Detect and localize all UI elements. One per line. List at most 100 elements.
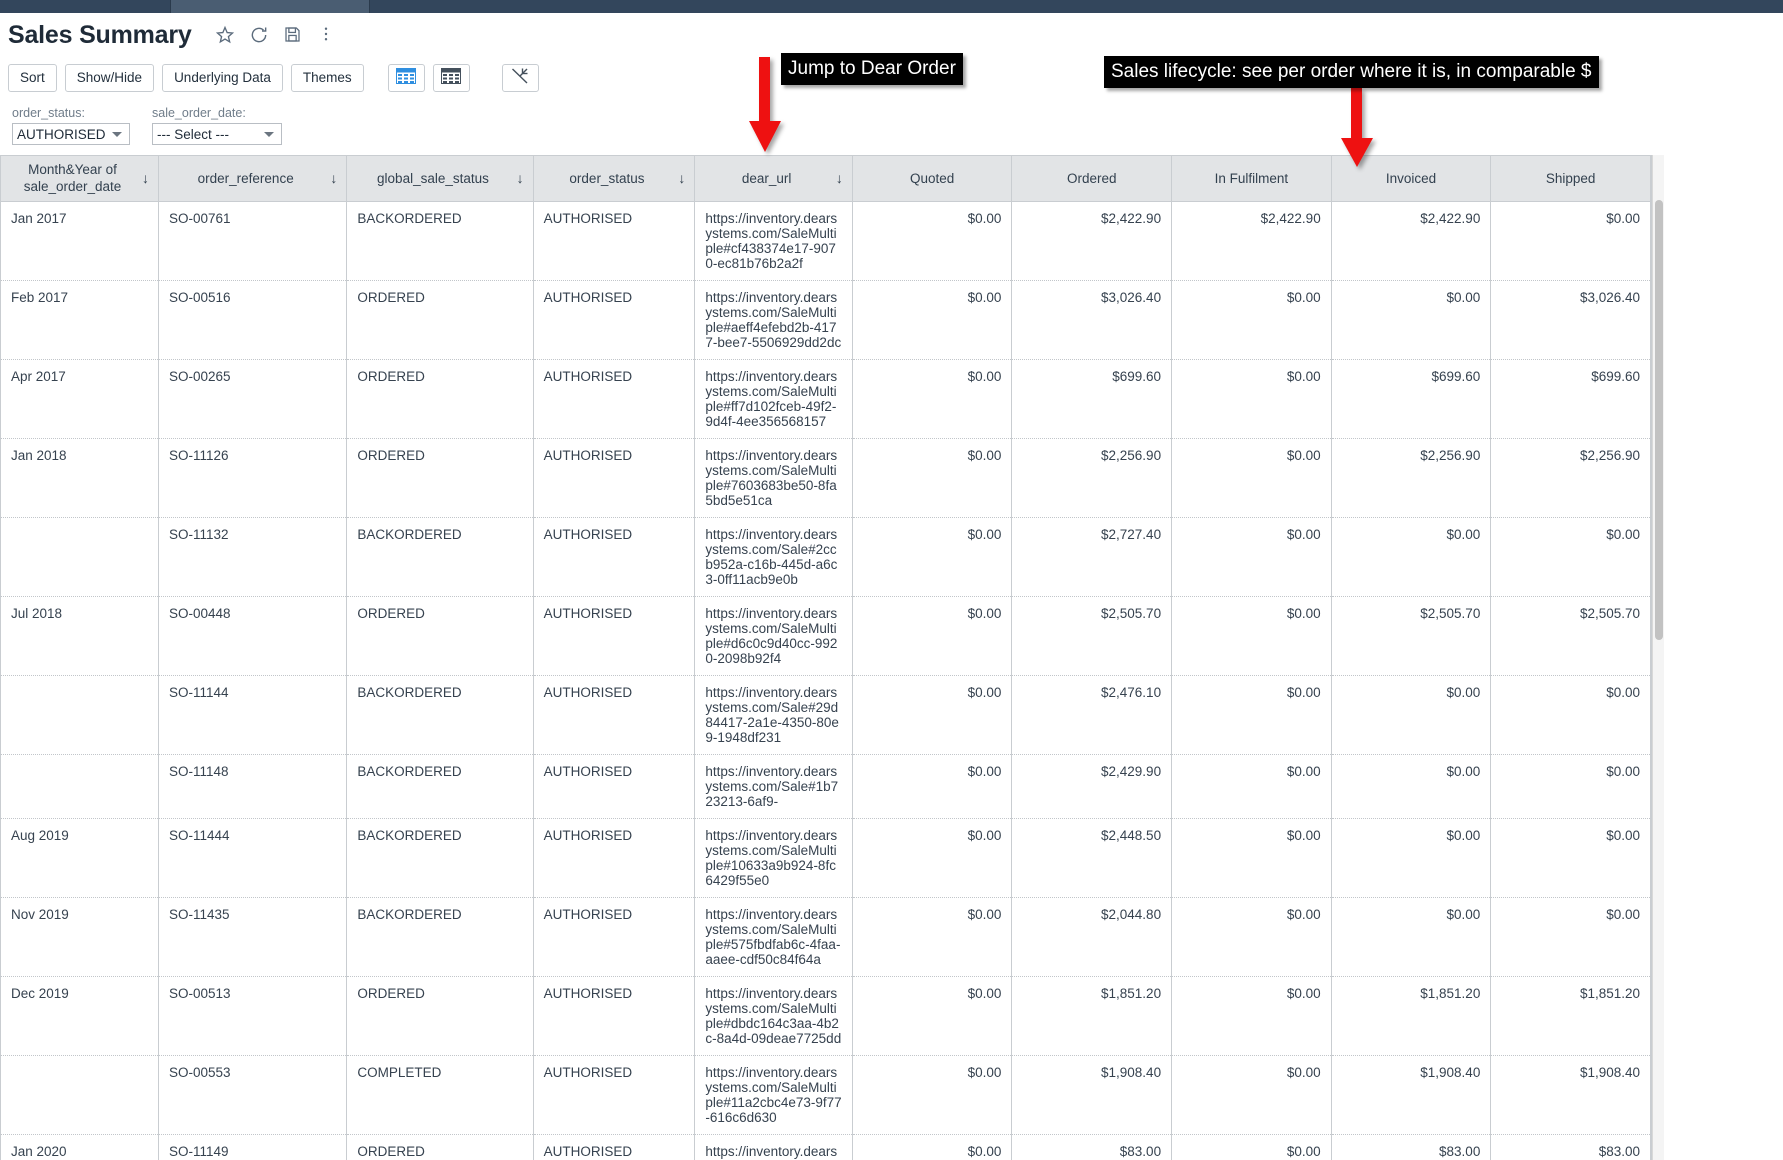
- cell-dear-url[interactable]: https://inventory.dearsystems.com/Sale#1…: [694, 754, 853, 819]
- order-status-filter[interactable]: AUTHORISED: [12, 123, 130, 145]
- cell-dear-url[interactable]: https://inventory.dearsystems.com/Sale#2…: [694, 675, 853, 755]
- cell-dear-url[interactable]: https://inventory.dearsystems.com/SaleMu…: [694, 596, 853, 676]
- underlying-data-button[interactable]: Underlying Data: [162, 64, 283, 92]
- cell-global-sale-status: ORDERED: [346, 976, 534, 1056]
- themes-button[interactable]: Themes: [290, 64, 364, 92]
- cell-month-year: Dec 2019: [1, 976, 159, 1056]
- cell-order-status: AUTHORISED: [533, 596, 696, 676]
- cell-order-reference: SO-11149: [158, 1134, 348, 1160]
- cell-dear-url[interactable]: https://inventory.dearsystems.com/SaleMu…: [694, 438, 853, 518]
- cell-invoiced: $0.00: [1331, 675, 1492, 755]
- cell-dear-url[interactable]: https://inventory.dearsystems.com/SaleMu…: [694, 976, 853, 1056]
- cell-in-fulfilment: $2,422.90: [1171, 201, 1332, 281]
- table-row[interactable]: Apr 2017 SO-00265 ORDERED AUTHORISED https:/…: [1, 359, 1651, 439]
- col-order-reference[interactable]: order_reference ↓: [158, 156, 348, 202]
- col-shipped-label: Shipped: [1545, 170, 1596, 186]
- callout-jump-to-dear-order: Jump to Dear Order: [781, 53, 963, 85]
- cell-order-reference: SO-11148: [158, 754, 348, 819]
- sort-desc-icon[interactable]: ↓: [142, 170, 149, 186]
- col-quoted[interactable]: Quoted: [852, 156, 1013, 202]
- cell-invoiced: $1,851.20: [1331, 976, 1492, 1056]
- cell-quoted: $0.00: [852, 897, 1013, 977]
- table-row[interactable]: SO-00553 COMPLETED AUTHORISED https://inven…: [1, 1055, 1651, 1135]
- cell-in-fulfilment: $0.00: [1171, 754, 1332, 819]
- cell-dear-url[interactable]: https://inventory.dearsystems.com/SaleMu…: [694, 280, 853, 360]
- cell-invoiced: $83.00: [1331, 1134, 1492, 1160]
- cell-invoiced: $2,505.70: [1331, 596, 1492, 676]
- pivot-view-icon: [441, 67, 462, 89]
- more-options-icon[interactable]: [317, 25, 337, 45]
- pivot-view-button[interactable]: [432, 64, 470, 92]
- cell-shipped: $2,256.90: [1490, 438, 1651, 518]
- sort-button[interactable]: Sort: [8, 64, 57, 92]
- favorite-star-icon[interactable]: [215, 25, 235, 45]
- cell-order-reference: SO-00513: [158, 976, 348, 1056]
- cell-dear-url[interactable]: https://inventory.dearsystems.com/SaleMu…: [694, 201, 853, 281]
- cell-order-reference: SO-11132: [158, 517, 348, 597]
- cell-dear-url[interactable]: https://inventory.dearsystems.com/SaleMu…: [694, 818, 853, 898]
- cell-dear-url[interactable]: https://inventory.dearsystems.com/SaleMu…: [694, 359, 853, 439]
- show-hide-button[interactable]: Show/Hide: [64, 64, 155, 92]
- col-month-year[interactable]: Month&Year of sale_order_date ↓: [1, 156, 159, 202]
- cell-in-fulfilment: $0.00: [1171, 359, 1332, 439]
- sort-desc-icon[interactable]: ↓: [678, 170, 685, 186]
- table-row[interactable]: Jul 2018 SO-00448 ORDERED AUTHORISED https:/…: [1, 596, 1651, 676]
- cell-dear-url[interactable]: https://inventory.dearsystems.com/SaleMu…: [694, 897, 853, 977]
- col-ordered[interactable]: Ordered: [1011, 156, 1173, 202]
- table-row[interactable]: Jan 2017 SO-00761 BACKORDERED AUTHORISED htt…: [1, 201, 1651, 281]
- cell-shipped: $699.60: [1490, 359, 1651, 439]
- col-in-fulfilment[interactable]: In Fulfilment: [1171, 156, 1332, 202]
- table-view-button[interactable]: [387, 64, 425, 92]
- table-row[interactable]: SO-11132 BACKORDERED AUTHORISED https://inv…: [1, 517, 1651, 597]
- table-row[interactable]: SO-11148 BACKORDERED AUTHORISED https://inv…: [1, 754, 1651, 819]
- cell-ordered: $3,026.40: [1011, 280, 1173, 360]
- table-row[interactable]: SO-11144 BACKORDERED AUTHORISED https://inv…: [1, 675, 1651, 755]
- cell-dear-url[interactable]: https://inventory.dearsystems.com/SaleMu…: [694, 1055, 853, 1135]
- table-row[interactable]: Dec 2019 SO-00513 ORDERED AUTHORISED https:/…: [1, 976, 1651, 1056]
- cell-month-year: [1, 517, 159, 597]
- cell-ordered: $2,448.50: [1011, 818, 1173, 898]
- cell-quoted: $0.00: [852, 201, 1013, 281]
- refresh-icon[interactable]: [249, 25, 269, 45]
- col-month-year-label: Month&Year of sale_order_date: [23, 162, 122, 195]
- order-status-filter-group: order_status: AUTHORISED: [12, 106, 130, 145]
- col-dear-url[interactable]: dear_url ↓: [694, 156, 853, 202]
- cell-dear-url[interactable]: https://inventory.dearsystems.com/Sale#2…: [694, 517, 853, 597]
- filter-bar: order_status: AUTHORISED sale_order_date…: [12, 106, 282, 145]
- scrollbar-thumb[interactable]: [1655, 200, 1663, 640]
- sale-order-date-filter[interactable]: --- Select ---: [152, 123, 282, 145]
- browser-tab[interactable]: [170, 0, 370, 13]
- data-table-container[interactable]: Month&Year of sale_order_date ↓ order_re…: [0, 155, 1652, 1160]
- collapse-button[interactable]: [501, 64, 539, 92]
- sort-desc-icon[interactable]: ↓: [836, 170, 843, 186]
- col-shipped[interactable]: Shipped: [1490, 156, 1651, 202]
- order-status-filter-label: order_status:: [12, 106, 85, 120]
- cell-ordered: $83.00: [1011, 1134, 1173, 1160]
- cell-global-sale-status: BACKORDERED: [346, 517, 534, 597]
- sort-desc-icon[interactable]: ↓: [330, 170, 337, 186]
- col-global-sale-status[interactable]: global_sale_status ↓: [346, 156, 534, 202]
- table-row[interactable]: Jan 2018 SO-11126 ORDERED AUTHORISED https:/…: [1, 438, 1651, 518]
- cell-dear-url[interactable]: https://inventory.dearsystems.com/SaleMu…: [694, 1134, 853, 1160]
- cell-month-year: Jan 2018: [1, 438, 159, 518]
- table-row[interactable]: Jan 2020 SO-11149 ORDERED AUTHORISED https:/…: [1, 1134, 1651, 1160]
- col-order-status[interactable]: order_status ↓: [533, 156, 696, 202]
- cell-in-fulfilment: $0.00: [1171, 976, 1332, 1056]
- table-row[interactable]: Nov 2019 SO-11435 BACKORDERED AUTHORISED htt…: [1, 897, 1651, 977]
- cell-in-fulfilment: $0.00: [1171, 818, 1332, 898]
- table-row[interactable]: Feb 2017 SO-00516 ORDERED AUTHORISED https:/…: [1, 280, 1651, 360]
- save-icon[interactable]: [283, 25, 303, 45]
- order-status-select-wrap[interactable]: AUTHORISED: [12, 123, 130, 145]
- sort-desc-icon[interactable]: ↓: [517, 170, 524, 186]
- cell-quoted: $0.00: [852, 976, 1013, 1056]
- sale-order-date-select-wrap[interactable]: --- Select ---: [152, 123, 282, 145]
- col-global-sale-status-label: global_sale_status: [377, 170, 489, 186]
- table-row[interactable]: Aug 2019 SO-11444 BACKORDERED AUTHORISED htt…: [1, 818, 1651, 898]
- cell-ordered: $2,256.90: [1011, 438, 1173, 518]
- cell-quoted: $0.00: [852, 818, 1013, 898]
- cell-order-reference: SO-11144: [158, 675, 348, 755]
- vertical-scrollbar[interactable]: [1652, 155, 1664, 1160]
- cell-order-reference: SO-00761: [158, 201, 348, 281]
- cell-order-reference: SO-11435: [158, 897, 348, 977]
- cell-in-fulfilment: $0.00: [1171, 1134, 1332, 1160]
